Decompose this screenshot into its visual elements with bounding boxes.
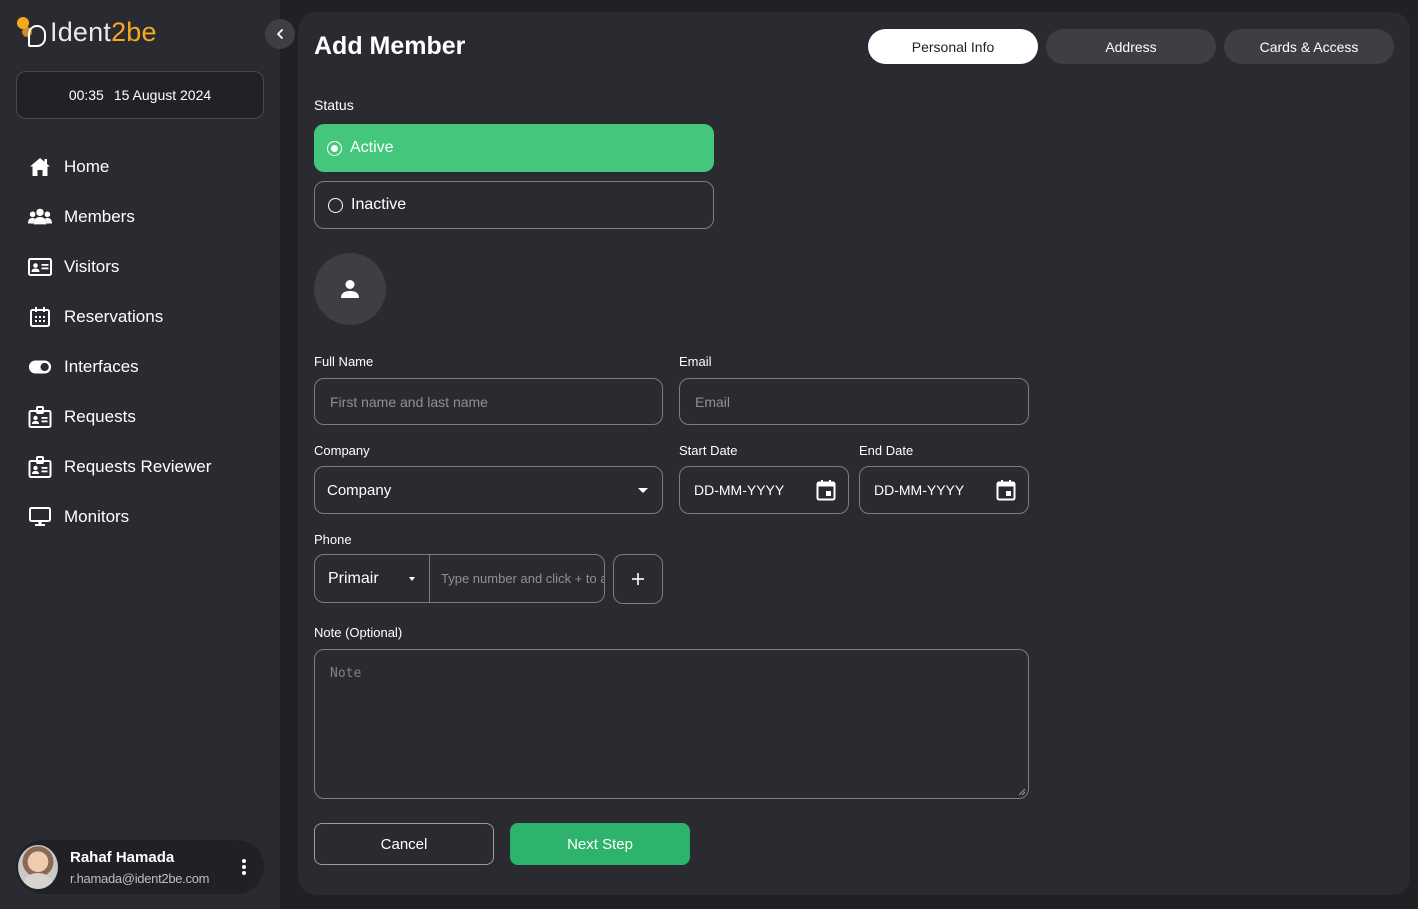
sidebar-item-label: Home: [64, 157, 110, 176]
user-profile-card[interactable]: Rahaf Hamada r.hamada@ident2be.com: [16, 840, 264, 894]
start-date-value: DD-MM-YYYY: [694, 482, 785, 498]
logo-mark-icon: [16, 15, 48, 49]
sidebar-item-label: Monitors: [64, 507, 130, 526]
badge-icon: [28, 455, 52, 479]
cancel-button[interactable]: Cancel: [314, 823, 494, 865]
start-date-label: Start Date: [679, 443, 738, 458]
clock-display: 00:35 15 August 2024: [16, 71, 264, 119]
avatar: [18, 845, 58, 889]
brand-name: Ident2be: [50, 16, 157, 47]
note-textarea[interactable]: [315, 650, 1028, 798]
user-name: Rahaf Hamada: [70, 848, 175, 866]
note-label: Note (Optional): [314, 625, 403, 640]
tab-personal-info[interactable]: Personal Info: [868, 29, 1038, 64]
status-option-active[interactable]: Active: [314, 124, 714, 172]
caret-down-icon: [409, 576, 415, 581]
sidebar-item-home[interactable]: Home: [0, 142, 280, 192]
end-date-label: End Date: [859, 443, 914, 458]
phone-field-group: Primair: [314, 554, 605, 603]
more-options-icon[interactable]: [242, 859, 246, 875]
home-icon: [28, 155, 52, 179]
calendar-icon: [28, 305, 52, 329]
monitor-icon: [28, 505, 52, 529]
tab-address[interactable]: Address: [1046, 29, 1216, 64]
status-option-label: Active: [350, 139, 394, 156]
sidebar-item-label: Visitors: [64, 257, 120, 276]
sidebar-item-monitors[interactable]: Monitors: [0, 492, 280, 542]
user-email: r.hamada@ident2be.com: [70, 870, 210, 886]
brand-logo[interactable]: Ident2be: [16, 14, 157, 50]
end-date-picker[interactable]: DD-MM-YYYY: [859, 466, 1029, 514]
note-field: [314, 649, 1029, 799]
page-title: Add Member: [314, 32, 466, 60]
end-date-value: DD-MM-YYYY: [874, 482, 965, 498]
status-option-label: Inactive: [351, 196, 407, 213]
sidebar-item-label: Requests: [64, 407, 136, 426]
phone-number-input[interactable]: [430, 555, 604, 602]
sidebar-item-label: Members: [64, 207, 135, 226]
add-phone-button[interactable]: [613, 554, 663, 604]
calendar-icon[interactable]: [996, 479, 1016, 501]
visitor-card-icon: [28, 255, 52, 279]
calendar-icon[interactable]: [816, 479, 836, 501]
sidebar-item-reservations[interactable]: Reservations: [0, 292, 280, 342]
plus-icon: [632, 573, 644, 585]
clock-date: 15 August 2024: [113, 87, 212, 103]
status-option-inactive[interactable]: Inactive: [314, 181, 714, 229]
email-label: Email: [679, 354, 712, 369]
resize-handle-icon[interactable]: [1018, 788, 1026, 796]
toggle-icon: [28, 355, 52, 379]
user-info: Rahaf Hamada r.hamada@ident2be.com: [70, 849, 209, 886]
sidebar-item-label: Requests Reviewer: [64, 457, 212, 476]
phone-type-select[interactable]: Primair: [315, 555, 430, 602]
sidebar: Ident2be 00:35 15 August 2024 Home Membe…: [0, 0, 280, 909]
full-name-input[interactable]: [315, 379, 662, 424]
sidebar-item-label: Reservations: [64, 307, 164, 326]
company-select[interactable]: Company: [314, 466, 663, 514]
phone-type-value: Primair: [328, 569, 379, 587]
start-date-picker[interactable]: DD-MM-YYYY: [679, 466, 849, 514]
user-icon: [341, 280, 359, 298]
sidebar-item-label: Interfaces: [64, 357, 139, 376]
chevron-left-icon: [277, 29, 283, 39]
sidebar-item-visitors[interactable]: Visitors: [0, 242, 280, 292]
members-icon: [28, 205, 52, 229]
sidebar-nav: Home Members Visitors Reservations Inter…: [0, 142, 280, 542]
badge-icon: [28, 405, 52, 429]
sidebar-item-interfaces[interactable]: Interfaces: [0, 342, 280, 392]
next-step-button[interactable]: Next Step: [510, 823, 690, 865]
radio-checked-icon: [327, 140, 342, 156]
step-tabs: Personal Info Address Cards & Access: [868, 29, 1394, 64]
email-input[interactable]: [680, 379, 1028, 424]
sidebar-item-members[interactable]: Members: [0, 192, 280, 242]
company-select-value: Company: [327, 481, 392, 499]
add-member-panel: Add Member Personal Info Address Cards &…: [298, 12, 1410, 895]
caret-down-icon: [638, 487, 648, 493]
collapse-sidebar-button[interactable]: [265, 19, 295, 49]
company-label: Company: [314, 443, 370, 458]
status-label: Status: [314, 97, 354, 113]
phone-input-wrapper: [430, 555, 604, 602]
phone-label: Phone: [314, 532, 352, 547]
profile-photo-upload[interactable]: [314, 253, 386, 325]
sidebar-item-requests[interactable]: Requests: [0, 392, 280, 442]
full-name-label: Full Name: [314, 354, 374, 369]
radio-unchecked-icon: [328, 197, 343, 213]
sidebar-item-requests-reviewer[interactable]: Requests Reviewer: [0, 442, 280, 492]
full-name-field: [314, 378, 663, 425]
tab-cards-access[interactable]: Cards & Access: [1224, 29, 1394, 64]
clock-time: 00:35: [68, 87, 104, 103]
email-field: [679, 378, 1029, 425]
